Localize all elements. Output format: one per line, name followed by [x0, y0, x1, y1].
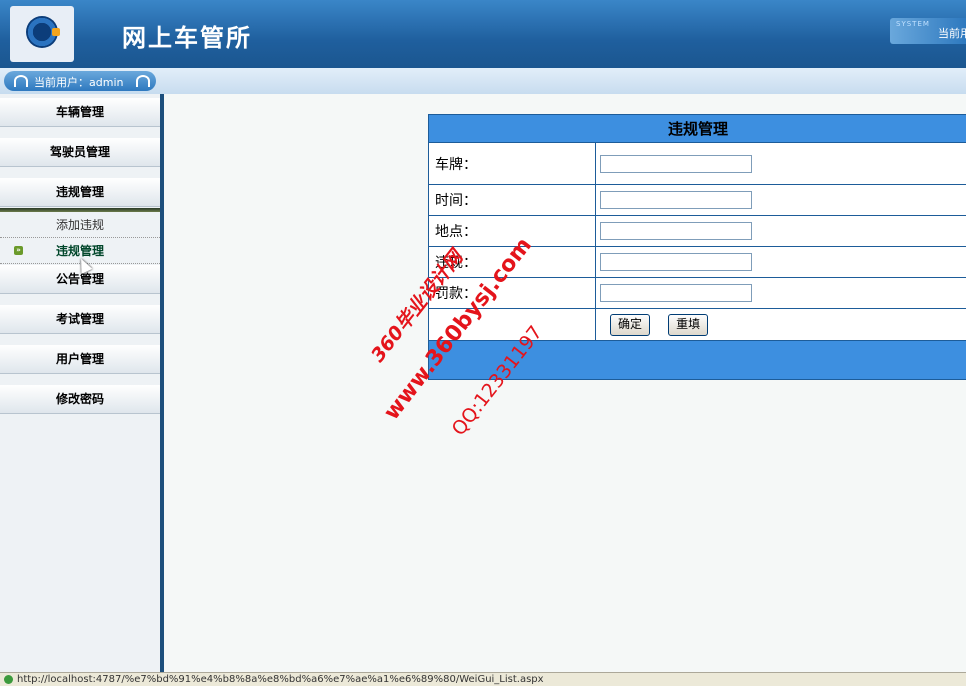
- fine-label: 罚款：: [429, 278, 596, 309]
- sidebar-item-violation[interactable]: 违规管理: [0, 178, 160, 207]
- sidebar-item-user[interactable]: 用户管理: [0, 345, 160, 374]
- sidebar-item-vehicle[interactable]: 车辆管理: [0, 98, 160, 127]
- app-title: 网上车管所: [122, 18, 252, 53]
- plate-label: 车牌：: [429, 143, 596, 185]
- violation-input[interactable]: [600, 253, 752, 271]
- pill-cap-left-icon: [14, 75, 28, 87]
- status-bar: http://localhost:4787/%e7%bd%91%e4%b8%8a…: [0, 672, 966, 686]
- button-row-spacer: [429, 309, 596, 341]
- form-footer: [429, 341, 966, 380]
- active-arrow-icon: »: [14, 246, 23, 255]
- sidebar-item-exam[interactable]: 考试管理: [0, 305, 160, 334]
- system-tab: SYSTEM 当前用: [890, 18, 966, 44]
- time-input[interactable]: [600, 191, 752, 209]
- submenu-item-add-violation[interactable]: 添加违规: [0, 213, 160, 238]
- time-label: 时间：: [429, 185, 596, 216]
- system-tag: SYSTEM: [896, 20, 930, 28]
- sidebar-item-driver[interactable]: 驾驶员管理: [0, 138, 160, 167]
- app-logo-icon: [10, 6, 74, 62]
- submenu-item-label: 违规管理: [56, 244, 104, 258]
- current-user-badge: 当前用户：admin: [4, 71, 156, 91]
- status-url: http://localhost:4787/%e7%bd%91%e4%b8%8a…: [17, 674, 544, 685]
- form-title: 违规管理: [429, 115, 966, 143]
- pill-cap-right-icon: [136, 75, 150, 87]
- fine-input[interactable]: [600, 284, 752, 302]
- sidebar-item-password[interactable]: 修改密码: [0, 385, 160, 414]
- location-input[interactable]: [600, 222, 752, 240]
- submenu-divider: [0, 208, 160, 212]
- violation-label: 违规：: [429, 247, 596, 278]
- sidebar: 车辆管理 驾驶员管理 违规管理 添加违规 » 违规管理 公告管理 考试管理 用户…: [0, 94, 160, 672]
- reset-button[interactable]: 重填: [668, 314, 708, 336]
- plate-input[interactable]: [600, 155, 752, 173]
- system-tab-text: 当前用: [938, 25, 966, 41]
- page-loaded-icon: [4, 675, 13, 684]
- user-bar: 当前用户：admin: [0, 68, 966, 94]
- app-header: 网上车管所 SYSTEM 当前用: [0, 0, 966, 68]
- location-label: 地点：: [429, 216, 596, 247]
- confirm-button[interactable]: 确定: [610, 314, 650, 336]
- violation-form: 违规管理 车牌： 时间： 地点： 违规： 罚款： 确定 重填: [428, 114, 966, 380]
- current-user-text: 当前用户：admin: [34, 74, 123, 90]
